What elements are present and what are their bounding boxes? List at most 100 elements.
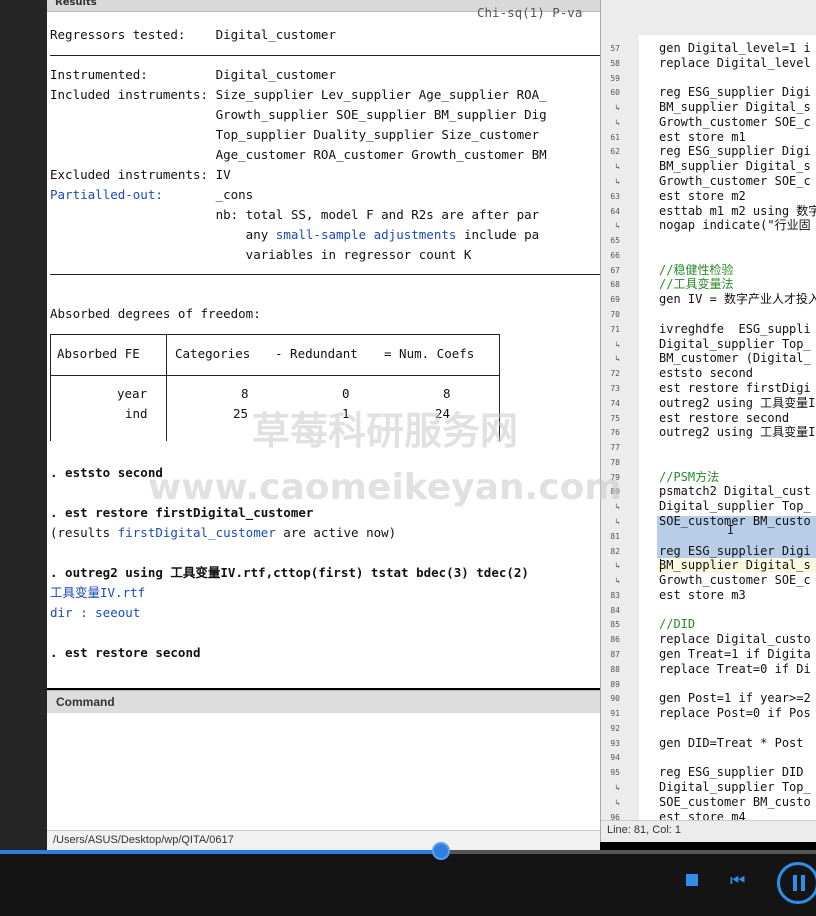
divider (50, 55, 600, 56)
line-number: 67 (610, 265, 620, 275)
line-number: ↳ (615, 339, 620, 349)
line-number: 73 (610, 383, 620, 393)
command-input[interactable] (47, 713, 600, 830)
seeout-link[interactable]: seeout (95, 605, 140, 620)
code-line: SOE_customer BM_custo (659, 513, 811, 528)
line-number: ↳ (615, 783, 620, 792)
result-line: Regressors tested: Digital_customer (50, 27, 336, 42)
result-line: Excluded instruments: IV (50, 167, 231, 182)
code-line: Digital_supplier Top_ (659, 780, 811, 794)
line-number: 86 (610, 635, 620, 645)
working-directory: /Users/ASUS/Desktop/wp/QITA/0617 (53, 834, 234, 846)
line-number: 91 (610, 709, 620, 719)
status-bar: /Users/ASUS/Desktop/wp/QITA/0617 (47, 830, 600, 851)
line-number: 92 (610, 723, 620, 733)
code-line: gen IV = 数字产业人才投入 (659, 292, 816, 307)
code-line: gen DID=Treat * Post (659, 735, 804, 750)
absorbed-title: Absorbed degrees of freedom: (50, 306, 261, 321)
line-number: 59 (610, 73, 620, 83)
command-echo: . outreg2 using 工具变量IV.rtf,cttop(first) … (50, 565, 529, 580)
line-number: 85 (610, 620, 620, 630)
small-sample-link[interactable]: small-sample adjustments (276, 227, 457, 242)
result-line: Age_customer ROA_customer Growth_custome… (215, 147, 547, 162)
code-line: ivreghdfe ESG_suppli (659, 321, 811, 336)
result-line: nb: total SS, model F and R2s are after … (215, 207, 540, 222)
line-number: 93 (610, 738, 620, 748)
stop-icon[interactable] (686, 874, 698, 886)
line-number: 76 (610, 428, 620, 438)
table-header: Absorbed FE (57, 346, 140, 361)
line-number: ↳ (615, 177, 620, 187)
line-number: 61 (610, 132, 620, 142)
code-line: //DID (659, 617, 696, 632)
results-link[interactable]: firstDigital_customer (118, 525, 276, 540)
line-number: 74 (610, 398, 620, 408)
code-line: BM_supplier Digital_s (659, 558, 811, 573)
results-cutoff-text: Chi-sq(1) P-va (477, 5, 583, 20)
line-number: ↳ (615, 103, 620, 113)
code-line: reg ESG_supplier DID (659, 765, 804, 780)
line-number: 66 (610, 250, 620, 260)
dir-line: dir : seeout (50, 605, 141, 620)
code-line: Growth_customer SOE_c (659, 114, 811, 129)
code-line: est store m1 (659, 129, 746, 144)
left-sidebar (0, 0, 47, 850)
line-number: ↳ (615, 221, 620, 231)
table-header: - Redundant (275, 346, 358, 361)
line-number: 84 (610, 605, 620, 615)
code-line: SOE_customer BM_custo (659, 794, 811, 809)
code-line: reg ESG_supplier Digi (659, 144, 811, 159)
code-line: Digital_supplier Top_ (659, 499, 811, 514)
line-number: 60 (610, 88, 620, 98)
editor-code-area[interactable]: gen Digital_level=1 i replace Digital_lev… (639, 35, 816, 820)
command-header: Command (47, 690, 600, 713)
line-number: 88 (610, 664, 620, 674)
line-number: 64 (610, 206, 620, 216)
code-line: gen Post=1 if year>=2 (659, 691, 811, 706)
code-line: replace Digital_custo (659, 632, 811, 647)
code-line: //稳健性检验 (659, 262, 734, 277)
result-line: Top_supplier Duality_supplier Size_custo… (215, 127, 540, 142)
code-line: replace Digital_level (659, 55, 811, 70)
table-header: Categories (175, 346, 251, 361)
line-number: 94 (610, 753, 620, 763)
result-line: any small-sample adjustments include pa (215, 227, 540, 242)
video-player-bar: ⏮ (0, 842, 816, 916)
code-line: eststo second (659, 366, 753, 381)
file-link[interactable]: 工具变量IV.rtf (50, 583, 145, 603)
line-number: 62 (610, 147, 620, 157)
line-number: ↳ (615, 576, 620, 586)
line-number: 58 (610, 58, 620, 68)
code-line: reg ESG_supplier Digi (659, 85, 811, 100)
line-number: 70 (610, 310, 620, 320)
line-number: 75 (610, 413, 620, 423)
result-line: Partialled-out: _cons (50, 187, 254, 202)
line-number: ↳ (615, 117, 620, 127)
line-number: 77 (610, 443, 620, 453)
results-pane: Results Chi-sq(1) P-va Regressors tested… (47, 0, 600, 688)
line-number: ↳ (615, 516, 620, 526)
line-number: 87 (610, 649, 620, 659)
result-line: variables in regressor count K (215, 247, 472, 262)
code-line: reg ESG_supplier Digi (659, 543, 811, 558)
code-line: Growth_customer SOE_c (659, 573, 811, 588)
result-line: Instrumented: Digital_customer (50, 67, 336, 82)
line-number: 81 (610, 531, 620, 541)
previous-icon[interactable]: ⏮ (730, 871, 745, 891)
progress-knob[interactable] (431, 842, 450, 860)
partialled-out-link[interactable]: Partialled-out: (50, 187, 163, 202)
line-number: 68 (610, 280, 620, 290)
code-line: replace Treat=0 if Di (659, 661, 811, 676)
do-file-editor: 57 58 59 60 ↳ ↳ 61 62 ↳ ↳ 63 64 ↳ 65 66 67 68 69 70 71 ↳ ↳ 72 7… (600, 0, 816, 842)
line-number: ↳ (615, 162, 620, 172)
code-line: gen Treat=1 if Digita (659, 646, 811, 661)
line-number: 78 (610, 457, 620, 467)
code-line: est store m4 (659, 809, 746, 820)
divider (50, 274, 600, 275)
line-number: 71 (610, 324, 620, 334)
watermark-url: www.caomeikeyan.com (148, 467, 622, 508)
table-header: = Num. Coefs (384, 346, 475, 361)
line-number: 83 (610, 590, 620, 600)
pause-button[interactable] (777, 862, 816, 904)
editor-status: Line: 81, Col: 1 (601, 820, 816, 842)
